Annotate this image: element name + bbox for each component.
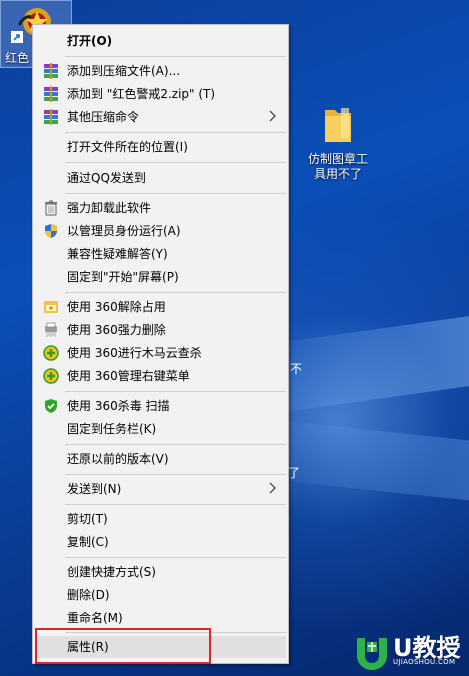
menu-item-create-shortcut[interactable]: 创建快捷方式(S) <box>35 561 286 583</box>
menu-separator <box>65 292 286 293</box>
menu-item-360-trojan-scan[interactable]: 使用 360进行木马云查杀 <box>35 342 286 364</box>
menu-separator <box>65 391 286 392</box>
shredder-icon <box>45 322 57 337</box>
360-logo-icon <box>43 368 59 384</box>
menu-item-add-to-archive[interactable]: 添加到压缩文件(A)... <box>35 60 286 82</box>
watermark-url: UJIAOSHOU.COM <box>393 658 456 666</box>
menu-item-pin-to-start[interactable]: 固定到"开始"屏幕(P) <box>35 266 286 288</box>
shortcut-arrow-icon <box>11 31 23 43</box>
menu-item-360-unlock[interactable]: 使用 360解除占用 <box>35 296 286 318</box>
menu-item-360-force-delete[interactable]: 使用 360强力删除 <box>35 319 286 341</box>
menu-item-delete[interactable]: 删除(D) <box>35 584 286 606</box>
menu-item-360-manage-menu[interactable]: 使用 360管理右键菜单 <box>35 365 286 387</box>
winrar-icon <box>44 86 58 102</box>
menu-item-other-compress[interactable]: 其他压缩命令 <box>35 106 286 128</box>
chevron-right-icon <box>269 482 276 494</box>
menu-item-pin-to-taskbar[interactable]: 固定到任务栏(K) <box>35 418 286 440</box>
menu-item-open-location[interactable]: 打开文件所在的位置(I) <box>35 136 286 158</box>
watermark: U教授 UJIAOSHOU.COM <box>349 624 469 676</box>
360-antivirus-shield-icon <box>45 399 57 413</box>
trash-icon <box>45 200 57 216</box>
properties-highlight-box <box>35 628 211 664</box>
unlock-file-icon <box>44 301 58 313</box>
menu-item-restore-previous[interactable]: 还原以前的版本(V) <box>35 448 286 470</box>
menu-separator <box>65 444 286 445</box>
desktop-icon-folder[interactable]: 仿制图章工 具用不了 <box>300 104 376 182</box>
winrar-icon <box>44 63 58 79</box>
menu-separator <box>65 557 286 558</box>
desktop-icon-label-line2: 具用不了 <box>313 167 362 181</box>
menu-item-cut[interactable]: 剪切(T) <box>35 508 286 530</box>
menu-separator <box>65 504 286 505</box>
winrar-icon <box>44 109 58 125</box>
menu-item-360-antivirus-scan[interactable]: 使用 360杀毒 扫描 <box>35 395 286 417</box>
menu-separator <box>65 162 286 163</box>
menu-item-troubleshoot-compat[interactable]: 兼容性疑难解答(Y) <box>35 243 286 265</box>
folder-icon <box>325 108 351 142</box>
desktop-icon-label-line1: 仿制图章工 <box>307 152 368 166</box>
menu-item-open[interactable]: 打开(O) <box>35 30 286 52</box>
chevron-right-icon <box>269 110 276 122</box>
desktop-peek-text: 不 <box>290 362 303 376</box>
desktop-icon-label: 红色 <box>5 51 30 65</box>
menu-item-run-as-admin[interactable]: 以管理员身份运行(A) <box>35 220 286 242</box>
uac-shield-icon <box>45 224 57 238</box>
menu-item-add-to-zip[interactable]: 添加到 "红色警戒2.zip" (T) <box>35 83 286 105</box>
menu-separator <box>65 56 286 57</box>
menu-item-force-uninstall[interactable]: 强力卸载此软件 <box>35 197 286 219</box>
menu-separator <box>65 193 286 194</box>
menu-item-send-via-qq[interactable]: 通过QQ发送到 <box>35 167 286 189</box>
context-menu: 打开(O) 添加到压缩文件(A)... 添加到 "红色警戒2.zip" (T) … <box>32 24 289 664</box>
menu-separator <box>65 132 286 133</box>
menu-item-rename[interactable]: 重命名(M) <box>35 607 286 629</box>
menu-separator <box>65 474 286 475</box>
menu-item-send-to[interactable]: 发送到(N) <box>35 478 286 500</box>
menu-item-copy[interactable]: 复制(C) <box>35 531 286 553</box>
watermark-logo-icon <box>357 638 387 670</box>
360-logo-icon <box>43 345 59 361</box>
desktop-peek-text: 了 <box>288 466 301 480</box>
